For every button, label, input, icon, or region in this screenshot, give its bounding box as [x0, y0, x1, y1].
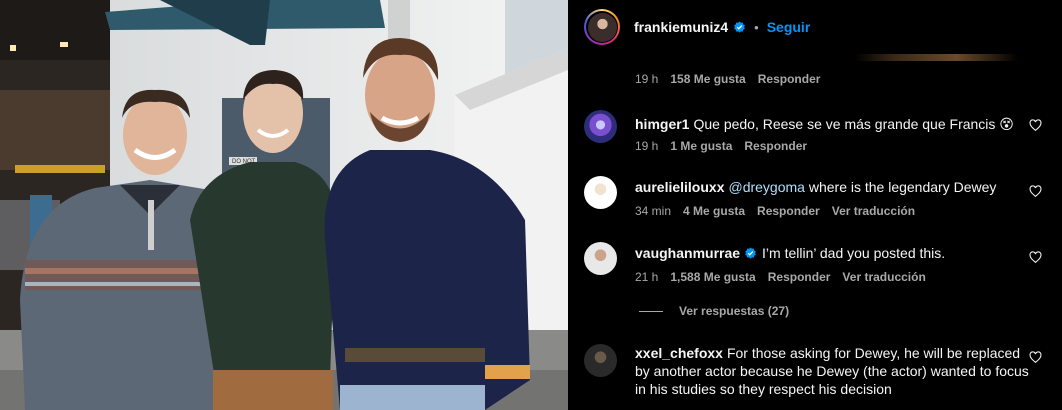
comment-item: vaughanmurrae I’m tellin’ dad you posted…: [584, 241, 1054, 291]
previous-comment-image: [608, 54, 1018, 61]
reply-button[interactable]: Responder: [768, 270, 831, 284]
post-header: frankiemuniz4 • Seguir: [568, 0, 1062, 54]
header-separator: •: [754, 19, 759, 35]
commenter-username[interactable]: himger1: [635, 116, 689, 132]
comment-time: 19 h: [635, 139, 659, 153]
commenter-username[interactable]: aurelielilouxx: [635, 179, 724, 195]
comments-panel: frankiemuniz4 • Seguir 19 h 158 Me gusta…: [568, 0, 1062, 410]
commenter-avatar[interactable]: [584, 176, 617, 209]
photo-illustration: DO NOT: [0, 0, 568, 410]
post-photo[interactable]: DO NOT: [0, 0, 568, 410]
view-replies-button[interactable]: Ver respuestas (27): [639, 304, 789, 318]
commenter-avatar[interactable]: [584, 344, 617, 377]
commenter-avatar[interactable]: [584, 110, 617, 143]
comment-text: I’m tellin’ dad you posted this.: [762, 245, 946, 261]
follow-button[interactable]: Seguir: [767, 19, 811, 35]
comment-time: 21 h: [635, 270, 659, 284]
reply-button[interactable]: Responder: [744, 139, 807, 153]
mention-link[interactable]: @dreygoma: [728, 179, 804, 195]
commenter-username[interactable]: vaughanmurrae: [635, 245, 740, 261]
verified-badge-icon: [734, 21, 745, 33]
reply-button[interactable]: Responder: [757, 204, 820, 218]
view-replies-label: Ver respuestas (27): [679, 304, 790, 318]
commenter-username[interactable]: xxel_chefoxx: [635, 345, 723, 361]
translate-button[interactable]: Ver traducción: [842, 270, 925, 284]
comment-text: where is the legendary Dewey: [804, 179, 997, 195]
comment-meta: 19 h 158 Me gusta Responder: [635, 72, 832, 86]
commenter-avatar[interactable]: [584, 242, 617, 275]
comment-time: 19 h: [635, 72, 659, 86]
comment-time: 34 min: [635, 204, 672, 218]
comment-item: himger1 Que pedo, Reese se ve más grande …: [584, 109, 1054, 159]
verified-badge-icon: [745, 247, 756, 259]
comment-text: Que pedo, Reese se ve más grande que Fra…: [693, 116, 1014, 132]
heart-outline-icon[interactable]: [1029, 251, 1042, 264]
comment-meta: 34 min 4 Me gusta Responder Ver traducci…: [635, 204, 927, 218]
author-username[interactable]: frankiemuniz4: [634, 19, 728, 35]
view-replies-line: [639, 310, 663, 312]
reply-button[interactable]: Responder: [758, 72, 821, 86]
heart-outline-icon[interactable]: [1029, 185, 1042, 198]
comment-likes[interactable]: 4 Me gusta: [683, 204, 745, 218]
door-sign-text: DO NOT: [232, 159, 256, 165]
comment-item: aurelielilouxx @dreygoma where is the leg…: [584, 175, 1054, 225]
translate-button[interactable]: Ver traducción: [832, 204, 915, 218]
comment-likes[interactable]: 158 Me gusta: [670, 72, 745, 86]
heart-outline-icon[interactable]: [1029, 351, 1042, 364]
comment-meta: 21 h 1,588 Me gusta Responder Ver traduc…: [635, 270, 938, 284]
comment-likes[interactable]: 1 Me gusta: [670, 139, 732, 153]
author-avatar[interactable]: [584, 9, 620, 45]
comment-meta: 19 h 1 Me gusta Responder: [635, 139, 819, 153]
heart-outline-icon[interactable]: [1029, 119, 1042, 132]
comment-likes[interactable]: 1,588 Me gusta: [670, 270, 755, 284]
comment-item: xxel_chefoxx For those asking for Dewey, …: [584, 343, 1054, 410]
